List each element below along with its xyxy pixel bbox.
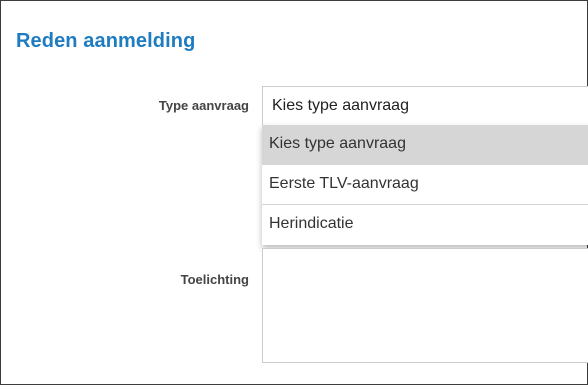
toelichting-label: Toelichting bbox=[180, 272, 249, 287]
section-title: Reden aanmelding bbox=[16, 30, 196, 52]
option-label: Eerste TLV-aanvraag bbox=[269, 175, 419, 192]
option-kies-type-aanvraag[interactable]: Kies type aanvraag bbox=[262, 125, 588, 165]
type-aanvraag-dropdown: Kies type aanvraag Eerste TLV-aanvraag H… bbox=[262, 125, 588, 245]
option-label: Kies type aanvraag bbox=[269, 135, 406, 152]
type-aanvraag-select[interactable]: Kies type aanvraag bbox=[262, 86, 588, 126]
type-aanvraag-selected-value: Kies type aanvraag bbox=[272, 97, 409, 114]
option-herindicatie[interactable]: Herindicatie bbox=[262, 205, 588, 245]
option-label: Herindicatie bbox=[269, 215, 354, 232]
type-aanvraag-label: Type aanvraag bbox=[158, 98, 249, 113]
toelichting-textarea[interactable] bbox=[262, 248, 588, 363]
option-eerste-tlv-aanvraag[interactable]: Eerste TLV-aanvraag bbox=[262, 165, 588, 205]
